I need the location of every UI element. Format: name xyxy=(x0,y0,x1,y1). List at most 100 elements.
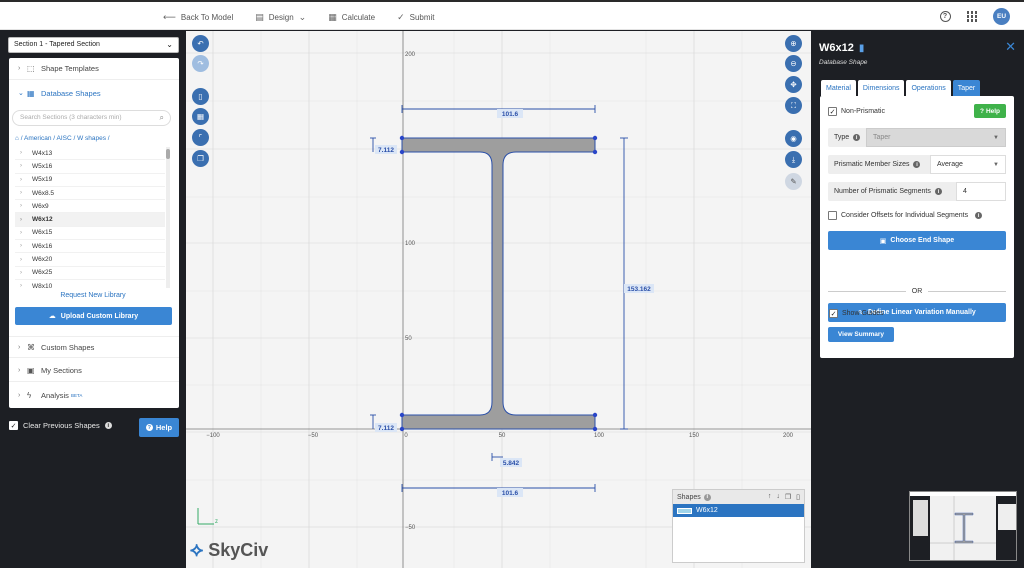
duplicate-icon[interactable]: ❐ xyxy=(785,493,791,501)
clear-previous-row: ✓ Clear Previous Shapes i xyxy=(9,421,112,430)
tab-taper[interactable]: Taper xyxy=(952,80,981,96)
member-sizes-select[interactable]: Average ▼ xyxy=(930,155,1006,174)
taper-help-button[interactable]: ? Help xyxy=(974,104,1006,118)
shape-list-item[interactable]: › W5x19 xyxy=(15,174,165,187)
offsets-checkbox[interactable] xyxy=(828,211,837,220)
zoom-out-button[interactable]: ⊖ xyxy=(785,55,802,72)
section-select-value: Section 1 - Tapered Section xyxy=(14,41,100,48)
info-icon[interactable]: i xyxy=(913,161,921,168)
info-icon[interactable]: i xyxy=(853,134,861,141)
shape-templates-label: Shape Templates xyxy=(41,64,99,73)
shape-list-item[interactable]: › W4x13 xyxy=(15,147,165,161)
question-icon: ? xyxy=(145,424,153,431)
redo-button[interactable]: ↷ xyxy=(192,55,209,72)
calculate-button[interactable]: ▦ Calculate xyxy=(328,12,375,23)
trash-icon[interactable]: ▮ xyxy=(859,43,865,54)
shape-list-item[interactable]: › W6x12 xyxy=(15,213,165,227)
type-select[interactable]: Taper ▼ xyxy=(866,128,1006,147)
drawing-canvas[interactable]: −100 −50 0 50 100 150 200 200 150 100 50… xyxy=(186,31,811,568)
apps-grid-icon[interactable] xyxy=(966,11,977,22)
delete-tool-button[interactable]: ▯ xyxy=(192,88,209,105)
tab-dimensions[interactable]: Dimensions xyxy=(857,80,905,96)
shape-list-item[interactable]: › W5x16 xyxy=(15,160,165,174)
shape-list-scrollbar[interactable] xyxy=(166,147,170,288)
home-icon[interactable]: ⌂ xyxy=(15,135,19,142)
calculator-icon: ▦ xyxy=(328,12,337,22)
shape-list: › W4x13 › W5x16 › W5x19 › W6x8.5 › W6x9 › W6x12 › W6x… xyxy=(15,147,165,288)
shapes-panel: Shapes i ↑ ↓ ❐ ▯ W6x12 xyxy=(672,489,805,563)
chevron-right-icon: › xyxy=(20,150,22,157)
back-to-model-button[interactable]: ⟵ Back To Model xyxy=(163,12,233,23)
scrollbar-thumb[interactable] xyxy=(166,149,170,159)
accordion-my-sections[interactable]: › ▣ My Sections xyxy=(9,360,179,382)
upload-library-button[interactable]: ☁ Upload Custom Library xyxy=(15,307,172,325)
grid-tool-button[interactable]: ▦ xyxy=(192,108,209,125)
help-icon[interactable]: ? xyxy=(939,11,951,22)
shape-list-item[interactable]: › W6x15 xyxy=(15,227,165,241)
arrow-up-icon[interactable]: ↑ xyxy=(768,493,772,501)
fit-view-button[interactable]: ⛶ xyxy=(785,97,802,114)
user-avatar[interactable]: EU xyxy=(993,8,1010,25)
pan-button[interactable]: ✥ xyxy=(785,76,802,93)
close-icon[interactable]: ✕ xyxy=(1005,39,1016,55)
undo-button[interactable]: ↶ xyxy=(192,35,209,52)
shape-list-item[interactable]: › W6x8.5 xyxy=(15,187,165,201)
tab-operations[interactable]: Operations xyxy=(906,80,951,96)
tab-material[interactable]: Material xyxy=(821,80,856,96)
non-prismatic-checkbox[interactable]: ✓ xyxy=(828,107,837,116)
breadcrumb-path[interactable]: / American / AISC / W shapes / xyxy=(21,135,110,142)
trash-icon[interactable]: ▯ xyxy=(796,493,800,501)
show-guides-checkbox[interactable]: ✓ xyxy=(829,309,838,318)
info-icon[interactable]: i xyxy=(703,493,711,501)
show-guides-row: ✓ Show Guides xyxy=(829,309,884,318)
accordion-custom-shapes[interactable]: › ⌘ Custom Shapes xyxy=(9,336,179,358)
minimap-thumbnail[interactable] xyxy=(909,491,1017,561)
bottom-flange-dim: 7.112 xyxy=(378,425,394,432)
type-value: Taper xyxy=(873,134,891,141)
zoom-in-button[interactable]: ⊕ xyxy=(785,35,802,52)
non-prismatic-row: ✓ Non-Prismatic xyxy=(828,107,885,116)
view-summary-button[interactable]: View Summary xyxy=(828,327,894,342)
arrow-down-icon[interactable]: ↓ xyxy=(776,493,780,501)
screenshot-button[interactable]: ◉ xyxy=(785,130,802,147)
shape-list-item[interactable]: › W8x10 xyxy=(15,280,165,288)
info-icon[interactable]: i xyxy=(934,188,942,195)
chevron-down-icon: ⌄ xyxy=(166,40,173,49)
left-help-button[interactable]: ? Help xyxy=(139,418,179,437)
info-icon[interactable]: i xyxy=(104,422,112,429)
download-button[interactable]: ⤓ xyxy=(785,151,802,168)
submit-button[interactable]: ✓ Submit xyxy=(397,12,434,23)
copy-tool-button[interactable]: ❐ xyxy=(192,150,209,167)
analysis-label: Analysis xyxy=(41,390,69,400)
request-library-link[interactable]: Request New Library xyxy=(0,292,186,299)
shape-list-item[interactable]: › W6x20 xyxy=(15,253,165,267)
height-dim: 153.162 xyxy=(627,286,651,293)
section-search-input[interactable]: Search Sections (3 characters min) ⌕ xyxy=(12,110,171,126)
w-section-shape[interactable] xyxy=(401,137,596,430)
design-menu-button[interactable]: ▤ Design ⌄ xyxy=(255,12,306,23)
save-icon: ▣ xyxy=(27,366,35,375)
y-tick-label: 200 xyxy=(405,52,416,58)
accordion-shape-templates[interactable]: › ⬚ Shape Templates xyxy=(9,58,179,80)
accordion-analysis[interactable]: › ϟ Analysis BETA xyxy=(9,384,179,406)
chevron-right-icon: › xyxy=(18,391,21,399)
x-tick-label: 100 xyxy=(594,433,605,439)
segments-label: Number of Prismatic Segments i xyxy=(828,182,956,201)
shapes-panel-item[interactable]: W6x12 xyxy=(673,504,804,517)
accordion-database-shapes[interactable]: ⌄ ▦ Database Shapes xyxy=(9,82,179,104)
shapes-panel-header: Shapes i ↑ ↓ ❐ ▯ xyxy=(673,490,804,504)
segments-input[interactable]: 4 xyxy=(956,182,1006,201)
design-label: Design xyxy=(268,13,294,22)
clear-previous-checkbox[interactable]: ✓ xyxy=(9,421,18,430)
choose-end-shape-button[interactable]: ▣ Choose End Shape xyxy=(828,231,1006,250)
section-select[interactable]: Section 1 - Tapered Section ⌄ xyxy=(8,37,179,53)
shape-list-item[interactable]: › W6x16 xyxy=(15,240,165,254)
top-bar: ⟵ Back To Model ▤ Design ⌄ ▦ Calculate ✓… xyxy=(0,0,1024,30)
shape-list-item[interactable]: › W6x9 xyxy=(15,200,165,214)
shape-list-item[interactable]: › W6x25 xyxy=(15,267,165,280)
shape-list-item-label: W6x16 xyxy=(32,242,53,250)
pen-tool-button[interactable]: ✎ xyxy=(785,173,802,190)
info-icon[interactable]: i xyxy=(975,212,983,219)
corner-tool-button[interactable]: ⌜ xyxy=(192,129,209,146)
y-tick-label: −50 xyxy=(405,525,416,531)
